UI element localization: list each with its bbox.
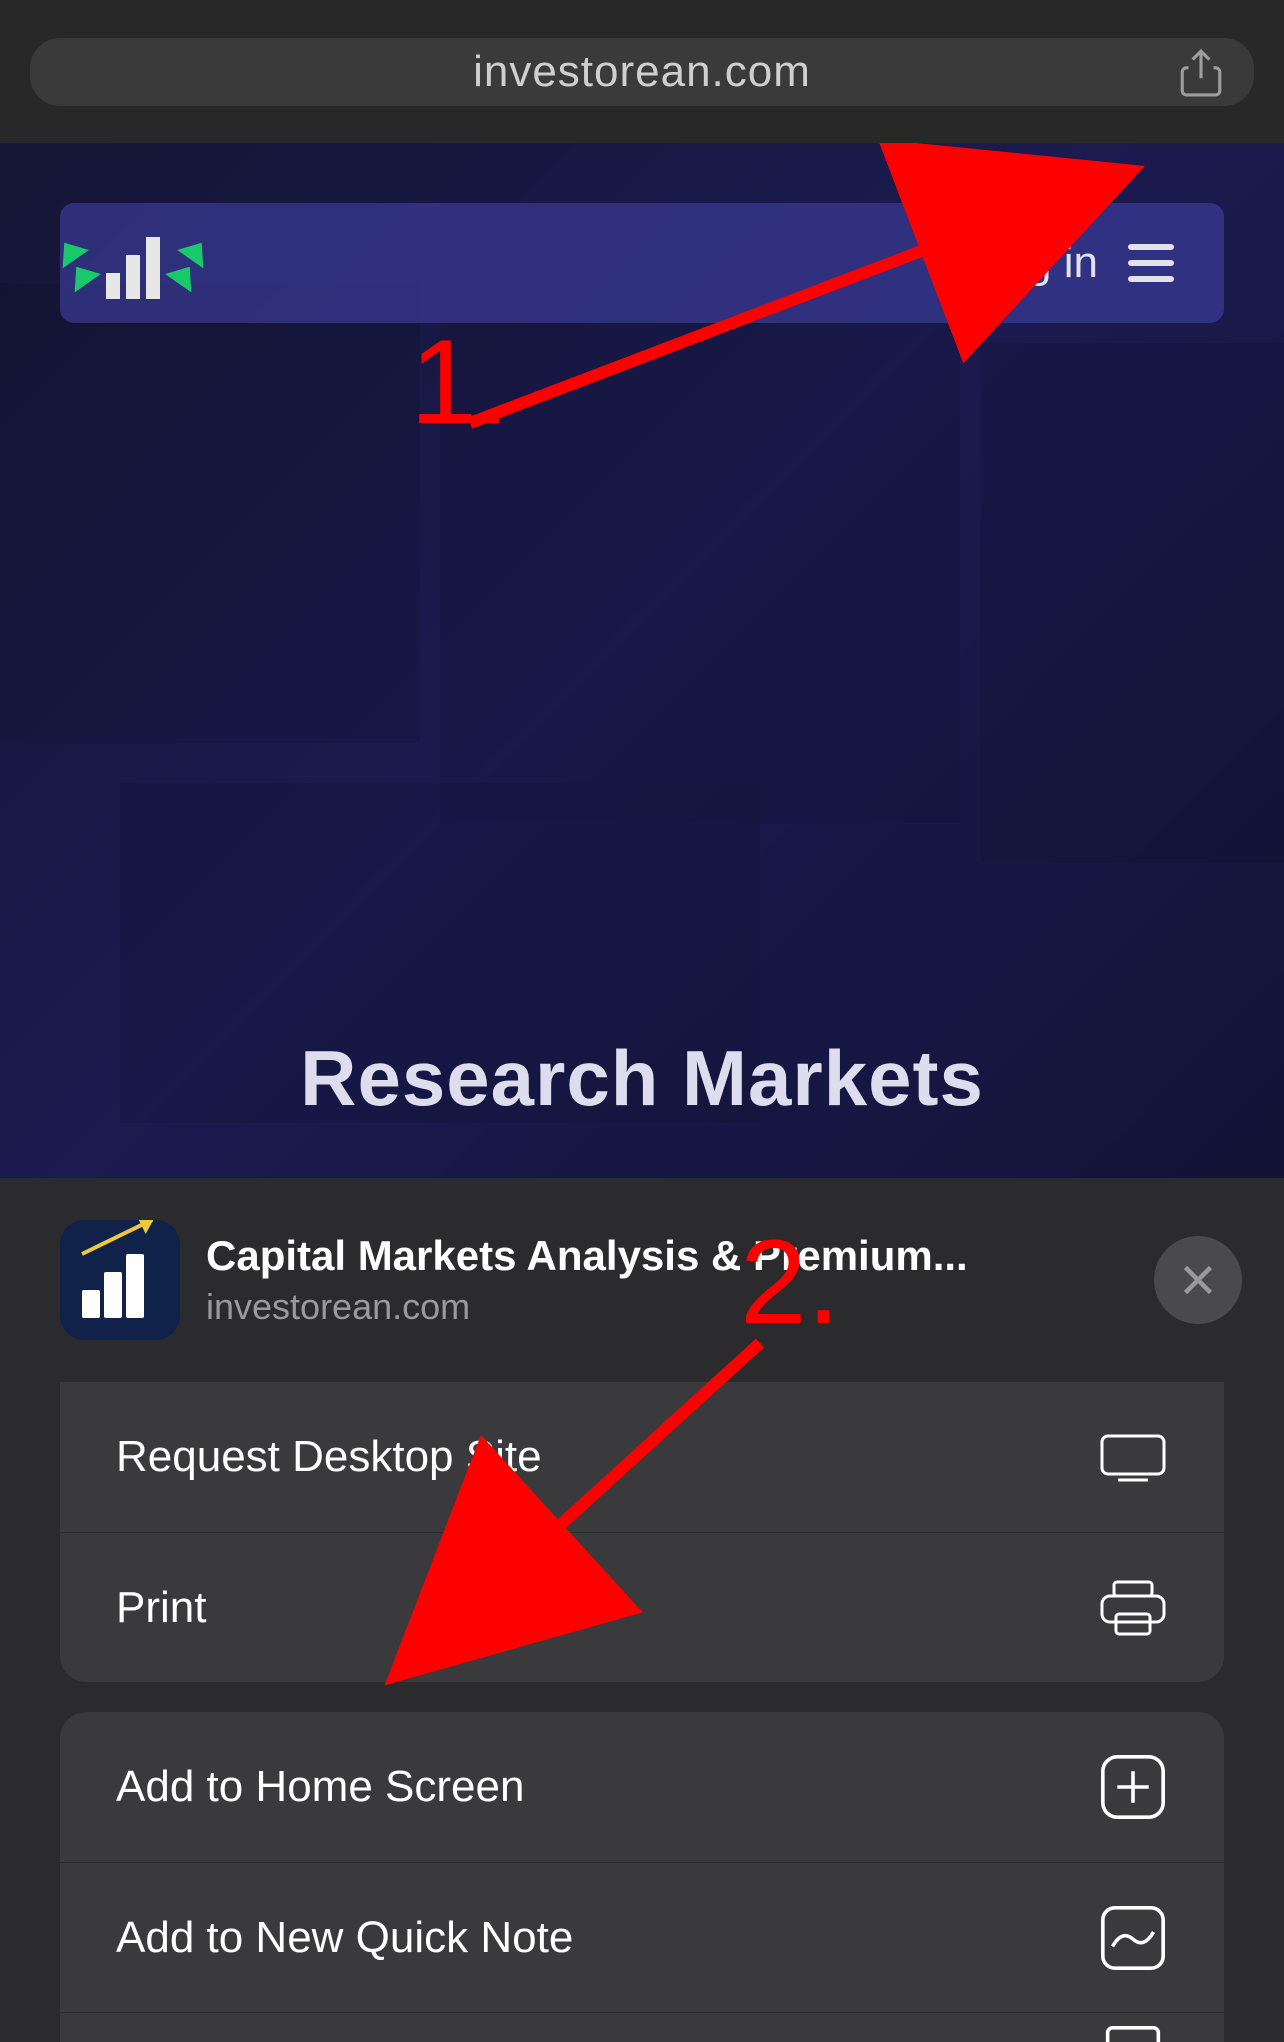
close-button[interactable] — [1154, 1236, 1242, 1324]
share-menu-group-1: Request Desktop Site Print — [60, 1382, 1224, 1682]
page-viewport: Log in Research Markets Capital Markets … — [0, 143, 1284, 2042]
share-menu-group-2: Add to Home Screen Add to New Quick Note — [60, 1712, 1224, 2042]
menu-item-print[interactable]: Print — [60, 1532, 1224, 1682]
url-text: investorean.com — [473, 47, 811, 97]
quicknote-icon — [1098, 1908, 1168, 1968]
plus-square-icon — [1098, 1757, 1168, 1817]
browser-chrome: investorean.com — [0, 0, 1284, 143]
menu-item-label: Print — [116, 1583, 206, 1633]
share-sheet-subtitle: investorean.com — [206, 1286, 1128, 1328]
menu-item-request-desktop-site[interactable]: Request Desktop Site — [60, 1382, 1224, 1532]
close-icon — [1181, 1263, 1215, 1297]
menu-item-label: Add to Home Screen — [116, 1762, 524, 1812]
site-logo[interactable] — [100, 227, 166, 299]
hamburger-icon — [1128, 244, 1174, 250]
share-sheet-header: Capital Markets Analysis & Premium... in… — [0, 1178, 1284, 1382]
site-nav: Log in — [60, 203, 1224, 323]
menu-item-label: Request Desktop Site — [116, 1432, 542, 1482]
share-button[interactable] — [1176, 47, 1226, 97]
login-link[interactable]: Log in — [978, 238, 1098, 288]
url-bar[interactable]: investorean.com — [30, 38, 1254, 106]
share-sheet-title: Capital Markets Analysis & Premium... — [206, 1232, 1128, 1280]
menu-item-cutoff[interactable] — [60, 2012, 1224, 2042]
annotation-1-label: 1. — [410, 313, 510, 451]
menu-button[interactable] — [1128, 244, 1174, 282]
menu-item-add-to-quick-note[interactable]: Add to New Quick Note — [60, 1862, 1224, 2012]
menu-item-label: Add to New Quick Note — [116, 1913, 573, 1963]
desktop-icon — [1098, 1427, 1168, 1487]
hero-headline: Research Markets — [0, 1033, 1284, 1124]
printer-icon — [1098, 1578, 1168, 1638]
share-sheet: Capital Markets Analysis & Premium... in… — [0, 1178, 1284, 2042]
menu-item-add-to-home-screen[interactable]: Add to Home Screen — [60, 1712, 1224, 1862]
share-icon — [1179, 47, 1223, 97]
site-favicon — [60, 1220, 180, 1340]
generic-icon — [1098, 2028, 1168, 2042]
